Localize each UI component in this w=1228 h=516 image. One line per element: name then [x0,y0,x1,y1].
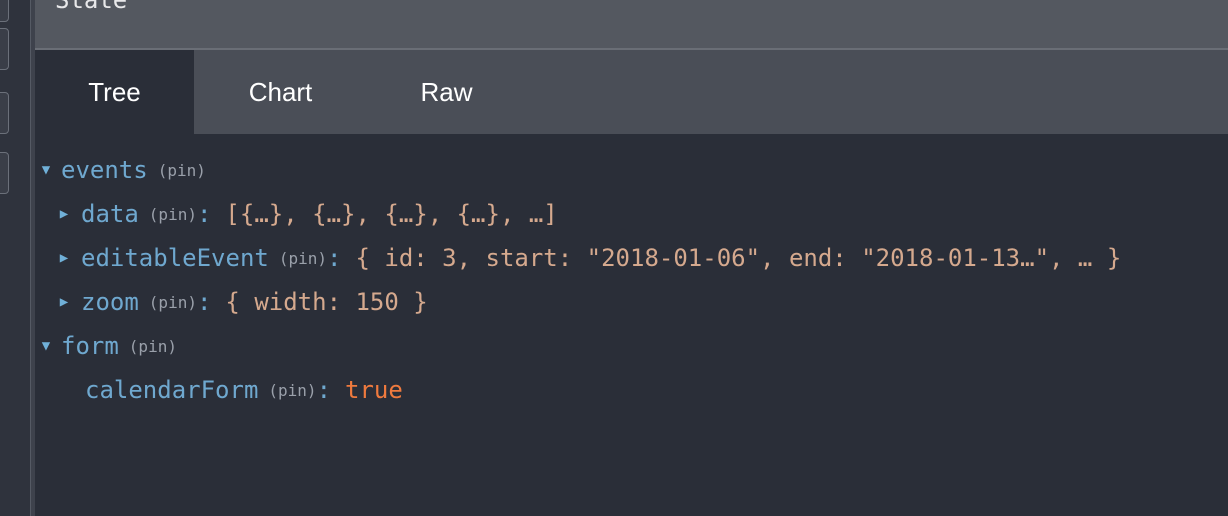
panel-title: State [55,0,128,14]
tab-tree[interactable]: Tree [35,50,194,134]
tree-key[interactable]: calendarForm [85,376,258,404]
state-panel: State Tree Chart Raw ▼ events (pin) ▶ da… [35,0,1228,516]
pin-link[interactable]: (pin) [279,249,327,268]
tree-node-editable-event[interactable]: ▶ editableEvent (pin): { id: 3, start: "… [53,238,1122,278]
tree-node-form[interactable]: ▼ form (pin) [35,326,177,366]
sidebar [0,0,30,516]
tree-key[interactable]: zoom [81,288,139,316]
tree-key[interactable]: events [61,156,148,184]
tree-colon: : [316,376,332,404]
expand-arrow-icon[interactable]: ▶ [53,250,75,266]
tree-node-data[interactable]: ▶ data (pin): [{…}, {…}, {…}, {…}, …] [53,194,558,234]
tree-value: { id: 3, start: "2018-01-06", end: "2018… [355,244,1122,272]
tab-bar: Tree Chart Raw [35,50,1228,134]
pin-link[interactable]: (pin) [158,161,206,180]
devtools-window: State Tree Chart Raw ▼ events (pin) ▶ da… [0,0,1228,516]
tree-value: { width: 150 } [225,288,428,316]
expand-arrow-icon[interactable]: ▶ [53,206,75,222]
pin-link[interactable]: (pin) [149,293,197,312]
sidebar-button[interactable] [0,28,9,70]
tree-key[interactable]: form [61,332,119,360]
tree-value-boolean: true [345,376,403,404]
sidebar-button[interactable] [0,152,9,194]
pin-link[interactable]: (pin) [268,381,316,400]
sidebar-button[interactable] [0,0,9,22]
sidebar-button[interactable] [0,92,9,134]
tree-key[interactable]: data [81,200,139,228]
tree-value: [{…}, {…}, {…}, {…}, …] [225,200,558,228]
tree-colon: : [327,244,342,272]
collapse-arrow-icon[interactable]: ▼ [35,338,57,354]
tree-colon: : [196,200,212,228]
tab-chart[interactable]: Chart [194,50,367,134]
collapse-arrow-icon[interactable]: ▼ [35,162,57,178]
panel-header: State [35,0,1228,50]
tree-key[interactable]: editableEvent [81,244,269,272]
expand-arrow-icon[interactable]: ▶ [53,294,75,310]
tree-node-zoom[interactable]: ▶ zoom (pin): { width: 150 } [53,282,428,322]
pin-link[interactable]: (pin) [149,205,197,224]
tab-raw[interactable]: Raw [367,50,526,134]
tree-node-events[interactable]: ▼ events (pin) [35,150,206,190]
tree-node-calendar-form[interactable]: calendarForm (pin): true [85,370,403,410]
tree-colon: : [196,288,212,316]
pin-link[interactable]: (pin) [129,337,177,356]
